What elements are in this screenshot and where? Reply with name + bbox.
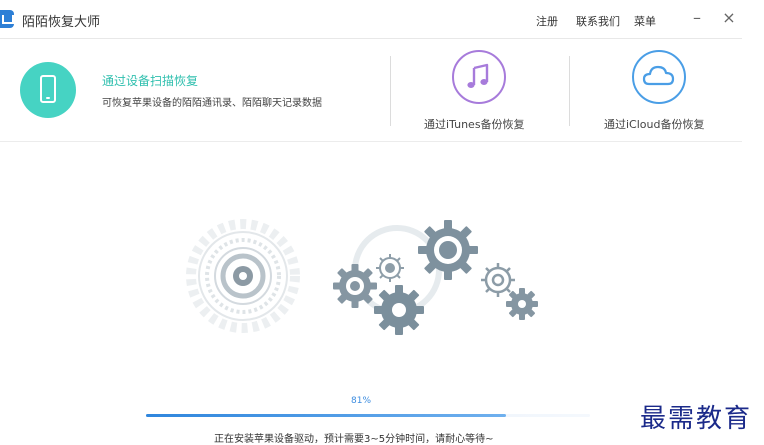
progress-percent: 81%: [351, 396, 372, 406]
status-message: 正在安装苹果设备驱动，预计需要3~5分钟时间，请耐心等待~: [214, 434, 494, 445]
faded-gear-icon: [186, 219, 300, 333]
center-gear-icon: [374, 285, 424, 335]
icloud-mode-button[interactable]: [632, 50, 686, 104]
mode-divider: [569, 56, 570, 126]
app-title: 陌陌恢复大师: [22, 15, 101, 30]
close-button[interactable]: ×: [720, 8, 738, 27]
phone-icon: [40, 75, 56, 103]
small-outline-gear-icon: [376, 254, 404, 282]
progress-bar: [146, 414, 590, 417]
momo-logo-icon: [0, 10, 14, 28]
title-bar: 陌陌恢复大师 注册 联系我们 菜单 – ×: [0, 0, 742, 38]
cloud-icon: [642, 65, 675, 86]
app-window: 陌陌恢复大师 注册 联系我们 菜单 – × 通过设备扫描恢复 可恢复苹果设备的陌…: [0, 0, 742, 445]
watermark-text: 最需教育: [640, 404, 753, 434]
contact-us-link[interactable]: 联系我们: [576, 13, 620, 29]
left-gear-icon: [333, 264, 377, 308]
register-link[interactable]: 注册: [536, 13, 558, 29]
device-scan-mode-title[interactable]: 通过设备扫描恢复: [102, 72, 198, 89]
mode-bar-divider: [0, 141, 742, 142]
right-gear-icon: [506, 288, 538, 320]
itunes-mode-button[interactable]: [452, 50, 506, 104]
gears-illustration: [186, 219, 538, 335]
itunes-mode-label[interactable]: 通过iTunes备份恢复: [424, 116, 525, 132]
progress-bar-fill: [146, 414, 506, 417]
icloud-mode-label[interactable]: 通过iCloud备份恢复: [604, 116, 704, 132]
right-outline-gear-icon: [481, 263, 515, 297]
menu-link[interactable]: 菜单: [634, 13, 656, 29]
device-scan-mode-description: 可恢复苹果设备的陌陌通讯录、陌陌聊天记录数据: [102, 98, 322, 109]
music-note-icon: [467, 63, 489, 88]
minimize-button[interactable]: –: [688, 8, 706, 27]
mode-divider: [390, 56, 391, 126]
large-gear-icon: [418, 220, 478, 280]
device-scan-mode-button[interactable]: [20, 62, 76, 118]
